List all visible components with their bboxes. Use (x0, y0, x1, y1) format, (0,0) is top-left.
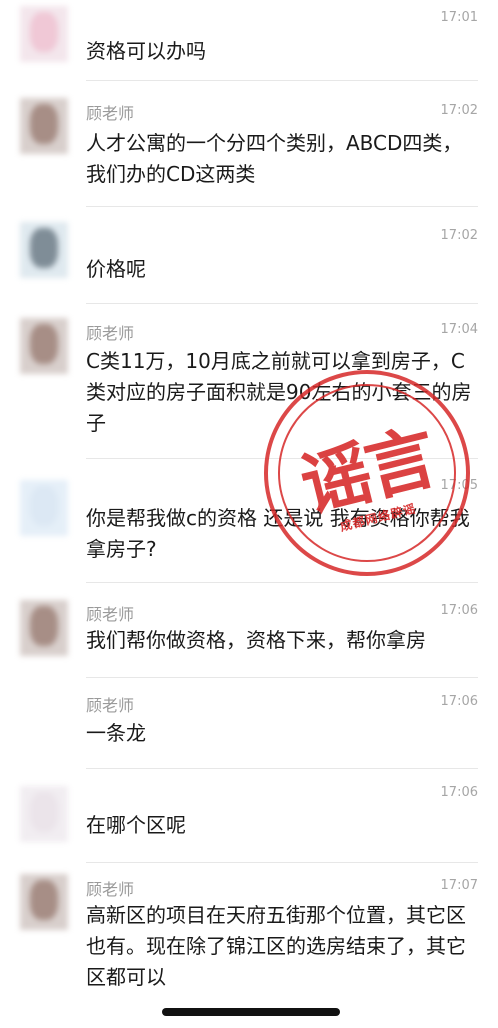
message-time: 17:06 (440, 785, 478, 800)
divider (86, 458, 478, 459)
avatar[interactable] (20, 98, 68, 154)
message-time: 17:06 (440, 603, 478, 618)
sender-name: 顾老师 (86, 104, 135, 123)
message-time: 17:06 (440, 694, 478, 709)
message-time: 17:07 (440, 878, 478, 893)
message-time: 17:02 (440, 103, 478, 118)
sender-name: 顾老师 (86, 324, 135, 343)
home-indicator[interactable] (162, 1008, 340, 1016)
divider (86, 303, 478, 304)
avatar[interactable] (20, 6, 68, 62)
avatar[interactable] (20, 600, 68, 656)
message-time: 17:02 (440, 228, 478, 243)
sender-name: 顾老师 (86, 880, 135, 899)
divider (86, 677, 478, 678)
message-time: 17:04 (440, 322, 478, 337)
sender-name: 顾老师 (86, 605, 135, 624)
divider (86, 862, 478, 863)
sender-name: 顾老师 (86, 696, 135, 715)
avatar[interactable] (20, 874, 68, 930)
avatar[interactable] (20, 480, 68, 536)
divider (86, 768, 478, 769)
message-text: 高新区的项目在天府五街那个位置，其它区也有。现在除了锦江区的选房结束了，其它区都… (86, 903, 466, 989)
message-time: 17:01 (440, 10, 478, 25)
message-text: 我们帮你做资格，资格下来，帮你拿房 (86, 628, 426, 652)
avatar[interactable] (20, 786, 68, 842)
divider (86, 582, 478, 583)
message-text: C类11万，10月底之前就可以拿到房子，C类对应的房子面积就是90左右的小套三的… (86, 349, 472, 435)
message-text: 价格呢 (86, 257, 146, 281)
message-time: 17:05 (440, 478, 478, 493)
message-text: 资格可以办吗 (86, 39, 206, 63)
divider (86, 206, 478, 207)
message-text: 你是帮我做c的资格 还是说 我有资格你帮我拿房子? (86, 506, 470, 561)
message-text: 一条龙 (86, 721, 146, 745)
message-text: 人才公寓的一个分四个类别，ABCD四类，我们办的CD这两类 (86, 131, 463, 186)
divider (86, 80, 478, 81)
avatar[interactable] (20, 222, 68, 278)
avatar[interactable] (20, 318, 68, 374)
message-text: 在哪个区呢 (86, 813, 186, 837)
